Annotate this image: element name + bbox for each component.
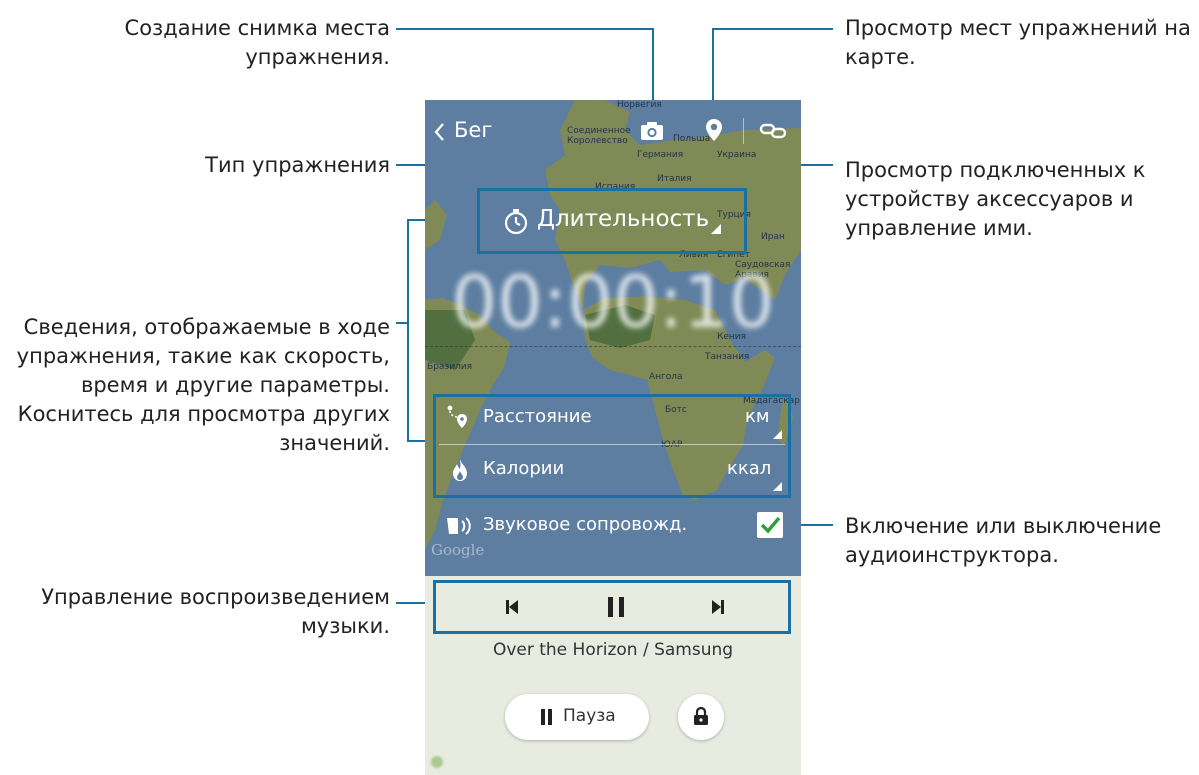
phone-screen: Соединенное Королевство Польша Германия … [425,100,801,775]
callout-workout-info: Сведения, отображаемые в ходе упражнения… [16,315,390,455]
pause-icon [541,709,552,725]
map-label-uk: Соединенное Королевство [567,126,631,146]
link-icon [759,123,787,139]
leader-line-camera [396,28,653,30]
callout-music-control: Управление воспроизведением музыки. [41,585,390,638]
map-label-angola: Ангола [649,372,683,382]
audio-guide-icon [447,517,471,535]
pause-button-label: Пауза [563,706,616,726]
audio-guide-row: Звуковое сопровожд. [435,506,791,546]
highlight-music-controls [433,580,791,634]
camera-button[interactable] [637,116,667,146]
highlight-stats [433,394,791,498]
location-pin-icon [706,119,722,141]
callout-accessories: Просмотр подключенных к устройству аксес… [845,158,1146,240]
chevron-left-icon [434,123,444,141]
status-dot [431,756,443,768]
back-button[interactable]: Бег [429,116,499,148]
leader-line-map [712,28,833,30]
audio-guide-label: Звуковое сопровожд. [483,514,688,535]
map-label-brazil: Бразилия [427,362,473,372]
map-label-italy: Италия [657,174,692,184]
lock-icon [694,706,708,725]
header-divider [743,118,744,144]
accessory-button[interactable] [757,116,789,146]
callout-audio-guide: Включение или выключение аудиоинструктор… [845,514,1162,567]
equator-line [425,346,801,347]
track-title: Over the Horizon / Samsung [492,640,734,660]
map-label-germany: Германия [637,150,684,160]
callout-map-view: Просмотр мест упражнений на карте. [845,16,1191,69]
lock-button[interactable] [678,694,724,740]
callout-exercise-type: Тип упражнения [205,153,390,177]
camera-icon [641,122,663,140]
map-label-ukraine: Украина [717,150,757,160]
timer-value: 00:00:10 [451,260,775,344]
map-label-iran: Иран [761,232,785,242]
checkmark-icon [760,516,781,534]
leader-line-workout-info [407,219,409,441]
highlight-timer-mode [477,188,747,254]
map-view[interactable]: Соединенное Королевство Польша Германия … [425,100,801,576]
pause-button[interactable]: Пауза [505,694,649,740]
map-location-button[interactable] [700,114,728,146]
map-label-norway: Норвегия [617,100,662,110]
exercise-type-label: Бег [454,118,493,142]
audio-guide-checkbox[interactable] [757,512,783,538]
callout-camera: Создание снимка места упражнения. [124,16,390,69]
map-label-tanzania: Танзания [705,352,750,362]
